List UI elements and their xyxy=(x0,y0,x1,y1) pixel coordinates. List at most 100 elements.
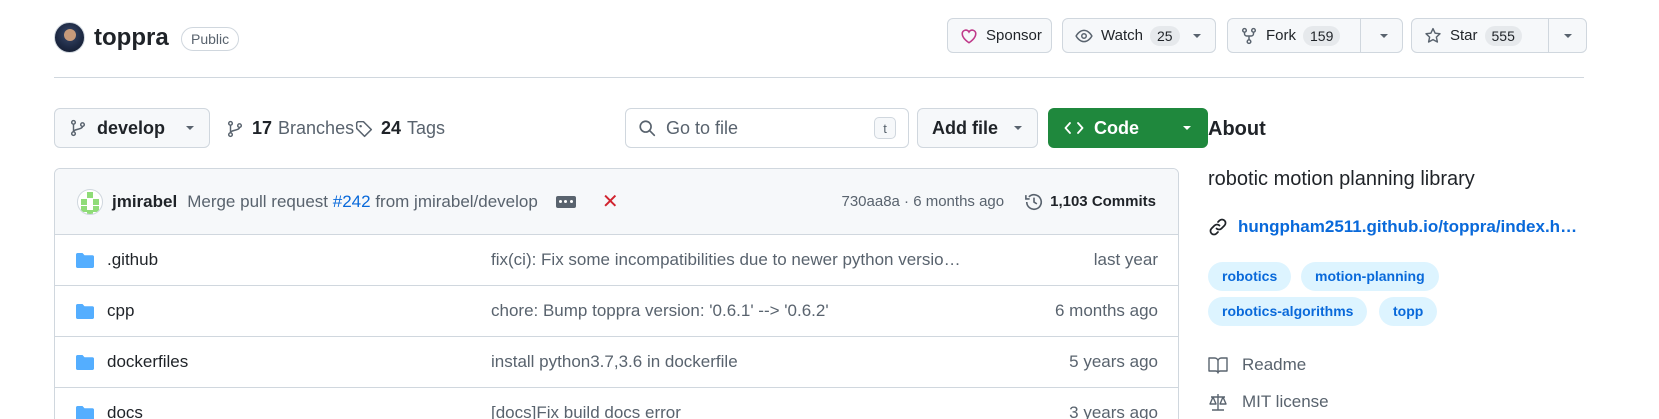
fork-count: 159 xyxy=(1303,25,1341,46)
star-icon xyxy=(1425,27,1441,43)
file-commit-message[interactable]: fix(ci): Fix some incompatibilities due … xyxy=(491,250,1094,270)
file-row[interactable]: dockerfiles install python3.7,3.6 in doc… xyxy=(55,337,1178,388)
file-updated: last year xyxy=(1093,250,1158,269)
file-name-cell[interactable]: docs xyxy=(75,403,491,419)
chevron-down-icon xyxy=(1192,33,1201,38)
homepage-link[interactable]: hungpham2511.github.io/toppra/index.h… xyxy=(1208,217,1588,237)
topic-tag[interactable]: robotics xyxy=(1208,262,1292,291)
license-link[interactable]: MIT license xyxy=(1208,392,1329,412)
commit-meta[interactable]: 730aa8a · 6 months ago xyxy=(841,193,1004,210)
watch-button[interactable]: Watch 25 xyxy=(1062,18,1216,53)
chevron-down-icon xyxy=(1380,33,1388,38)
file-commit-message[interactable]: chore: Bump toppra version: '0.6.1' --> … xyxy=(491,301,1055,321)
history-icon xyxy=(1025,193,1043,210)
file-name[interactable]: dockerfiles xyxy=(107,352,188,372)
file-updated: 3 years ago xyxy=(1069,403,1158,419)
check-failed-icon[interactable]: ✕ xyxy=(602,189,619,214)
branch-icon xyxy=(227,120,243,137)
add-file-button[interactable]: Add file xyxy=(917,108,1038,148)
link-icon xyxy=(1209,218,1227,236)
topic-tag[interactable]: topp xyxy=(1379,297,1438,326)
readme-link[interactable]: Readme xyxy=(1208,355,1306,375)
search-input[interactable]: Go to file xyxy=(666,118,874,139)
go-to-file-search[interactable]: Go to file t xyxy=(625,108,909,148)
file-name[interactable]: docs xyxy=(107,403,143,419)
star-label: Star xyxy=(1450,27,1478,44)
folder-icon xyxy=(76,354,94,370)
repo-header: toppra Public Sponsor Watch 25 Fork 159 … xyxy=(54,18,1587,78)
file-name[interactable]: .github xyxy=(107,250,158,270)
branch-icon xyxy=(70,119,86,137)
star-count: 555 xyxy=(1484,25,1522,46)
tags-label: Tags xyxy=(407,118,446,138)
file-commit-message[interactable]: install python3.7,3.6 in dockerfile xyxy=(491,352,1069,372)
tags-link[interactable]: 24 Tags xyxy=(355,118,445,139)
latest-commit-bar: jmirabel Merge pull request #242 from jm… xyxy=(55,169,1178,235)
star-dropdown[interactable] xyxy=(1548,19,1585,52)
chevron-down-icon xyxy=(186,126,194,130)
star-button[interactable]: Star 555 xyxy=(1411,18,1587,53)
file-name-cell[interactable]: cpp xyxy=(75,301,491,321)
fork-label: Fork xyxy=(1266,27,1296,44)
branch-name: develop xyxy=(97,117,166,138)
chevron-down-icon xyxy=(1183,126,1191,130)
file-updated: 6 months ago xyxy=(1054,301,1158,320)
owner-avatar[interactable] xyxy=(54,22,85,53)
code-label: Code xyxy=(1094,117,1139,138)
file-commit-message[interactable]: [docs]Fix build docs error xyxy=(491,403,1069,419)
file-row[interactable]: docs [docs]Fix build docs error 3 years … xyxy=(55,388,1178,419)
tags-count: 24 xyxy=(381,118,402,138)
code-icon xyxy=(1064,122,1084,134)
branches-label: Branches xyxy=(278,118,355,138)
chevron-down-icon xyxy=(1014,126,1022,130)
scale-icon xyxy=(1209,394,1227,411)
sponsor-button[interactable]: Sponsor xyxy=(947,18,1052,53)
fork-icon xyxy=(1241,27,1257,44)
search-icon xyxy=(639,120,656,137)
header-divider xyxy=(54,77,1584,78)
file-row[interactable]: .github fix(ci): Fix some incompatibilit… xyxy=(55,235,1178,286)
visibility-badge: Public xyxy=(181,27,240,51)
heart-icon xyxy=(961,28,977,44)
commit-message[interactable]: Merge pull request #242 from jmirabel/de… xyxy=(187,192,538,212)
branches-link[interactable]: 17 Branches xyxy=(226,118,354,139)
commit-message-suffix: from jmirabel/develop xyxy=(375,191,538,211)
sponsor-label: Sponsor xyxy=(986,27,1042,44)
add-file-label: Add file xyxy=(932,117,998,138)
topic-tag[interactable]: robotics-algorithms xyxy=(1208,297,1368,326)
tag-icon xyxy=(355,120,373,137)
about-description: robotic motion planning library xyxy=(1208,168,1475,190)
watch-label: Watch xyxy=(1101,27,1143,44)
repo-name[interactable]: toppra xyxy=(94,23,169,53)
fork-dropdown[interactable] xyxy=(1360,19,1401,52)
folder-icon xyxy=(76,405,94,419)
chevron-down-icon xyxy=(1564,33,1572,38)
book-icon xyxy=(1208,357,1228,374)
readme-label: Readme xyxy=(1242,355,1307,374)
eye-icon xyxy=(1075,29,1093,42)
homepage-url[interactable]: hungpham2511.github.io/toppra/index.h… xyxy=(1238,217,1577,237)
commits-count: 1,103 Commits xyxy=(1050,193,1156,210)
commits-link[interactable]: 1,103 Commits xyxy=(1024,192,1156,212)
file-row[interactable]: cpp chore: Bump toppra version: '0.6.1' … xyxy=(55,286,1178,337)
code-button[interactable]: Code xyxy=(1048,108,1208,148)
topic-tag[interactable]: motion-planning xyxy=(1301,262,1439,291)
folder-icon xyxy=(76,252,94,268)
file-name[interactable]: cpp xyxy=(107,301,134,321)
branches-count: 17 xyxy=(252,118,273,138)
file-name-cell[interactable]: dockerfiles xyxy=(75,352,491,372)
commit-author-avatar[interactable] xyxy=(77,188,103,215)
license-label: MIT license xyxy=(1242,392,1329,411)
watch-count: 25 xyxy=(1149,25,1180,46)
commit-author[interactable]: jmirabel xyxy=(112,192,177,212)
commit-message-prefix: Merge pull request xyxy=(187,191,329,211)
pr-link[interactable]: #242 xyxy=(333,192,371,211)
file-updated: 5 years ago xyxy=(1069,352,1158,371)
file-table: jmirabel Merge pull request #242 from jm… xyxy=(54,168,1179,419)
branch-select-button[interactable]: develop xyxy=(54,108,210,148)
file-name-cell[interactable]: .github xyxy=(75,250,491,270)
about-heading: About xyxy=(1208,118,1266,140)
shortcut-hint: t xyxy=(874,117,896,139)
expand-commit-button[interactable] xyxy=(555,195,576,208)
fork-button[interactable]: Fork 159 xyxy=(1227,18,1403,53)
